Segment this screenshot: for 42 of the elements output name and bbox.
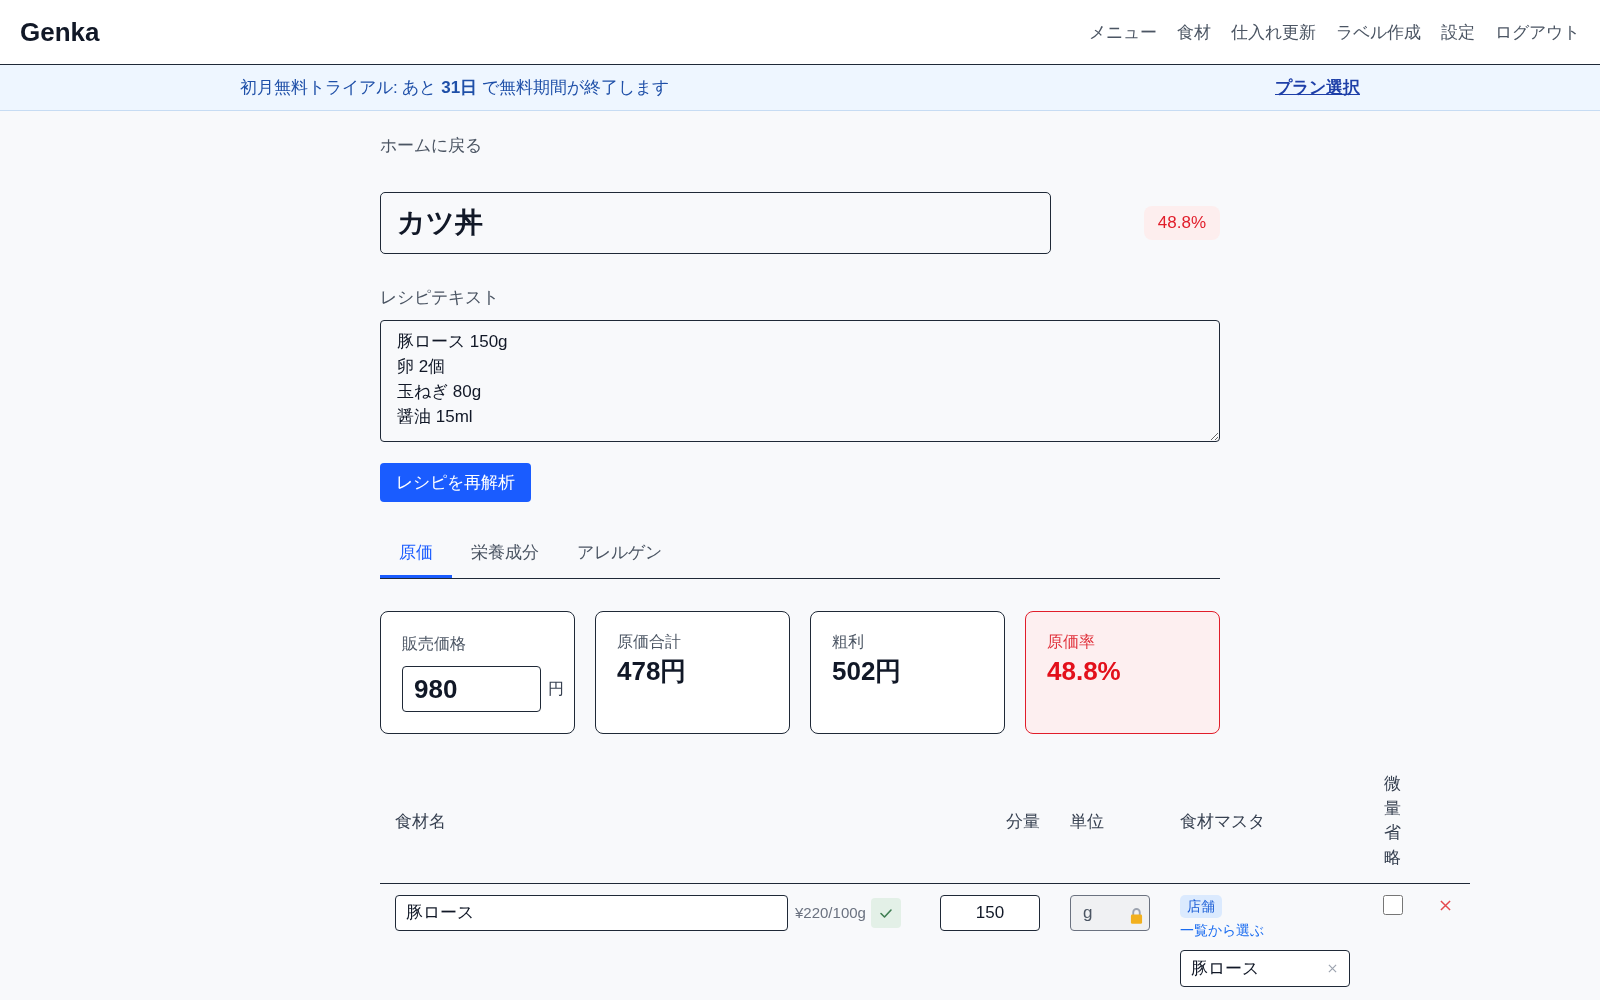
tab[interactable]: 栄養成分 xyxy=(452,528,558,578)
plan-link[interactable]: プラン選択 xyxy=(1275,76,1360,99)
nav-link[interactable]: 仕入れ更新 xyxy=(1231,20,1316,44)
clear-icon[interactable] xyxy=(1328,963,1337,973)
column-header: 食材名 xyxy=(395,811,446,831)
card-value: 48.8% xyxy=(1047,655,1121,687)
nav-link[interactable]: メニュー xyxy=(1089,20,1157,44)
card-value: 502円 xyxy=(832,655,902,687)
nav-link[interactable]: ログアウト xyxy=(1495,20,1580,44)
column-header: 単位 xyxy=(1070,811,1104,831)
column-header: 分量 xyxy=(1006,811,1040,831)
column-header: 食材マスタ xyxy=(1180,811,1265,831)
nav-link[interactable]: 設定 xyxy=(1441,20,1475,44)
trial-message: 初月無料トライアル: あと 31日 で無料期間が終了します xyxy=(240,77,669,99)
card-label: 粗利 xyxy=(832,632,864,652)
store-tag: 店舗 xyxy=(1180,894,1222,918)
ingredient-name-field[interactable]: 豚ロース xyxy=(395,894,788,931)
checkbox[interactable] xyxy=(1382,894,1403,915)
card-label: 原価合計 xyxy=(617,632,681,652)
nav-link[interactable]: 食材 xyxy=(1177,20,1211,44)
ingredient-master-select[interactable]: 豚ロース xyxy=(1180,949,1350,987)
delete-icon[interactable] xyxy=(1439,899,1451,911)
tab[interactable]: 原価 xyxy=(380,528,452,578)
pick-from-list-link[interactable]: 一覧から選ぶ xyxy=(1180,919,1264,940)
column-header: 微量省略 xyxy=(1384,773,1401,869)
card-label: 原価率 xyxy=(1047,632,1095,652)
price-field[interactable]: 980 xyxy=(402,666,541,712)
card-value: 478円 xyxy=(617,655,687,687)
back-link[interactable]: ホームに戻る xyxy=(380,135,482,157)
reparse-button[interactable]: レシピを再解析 xyxy=(380,463,531,502)
currency-label: 円 xyxy=(548,678,564,699)
quantity-field[interactable]: 150 xyxy=(940,894,1040,931)
lock-icon xyxy=(1130,906,1143,924)
unit-price: ¥220/100g xyxy=(795,904,866,922)
cost-rate-badge: 48.8% xyxy=(1143,206,1220,240)
nav-link[interactable]: ラベル作成 xyxy=(1336,20,1421,44)
logo[interactable]: Genka xyxy=(20,16,100,48)
tab[interactable]: アレルゲン xyxy=(558,528,681,578)
card-label: 販売価格 xyxy=(402,634,466,654)
recipe-name-field[interactable]: カツ丼 xyxy=(380,192,1051,254)
recipe-text-field[interactable]: 豚ロース 150g 卵 2個 玉ねぎ 80g 醤油 15ml xyxy=(380,320,1220,442)
recipe-text-label: レシピテキスト xyxy=(380,287,500,309)
